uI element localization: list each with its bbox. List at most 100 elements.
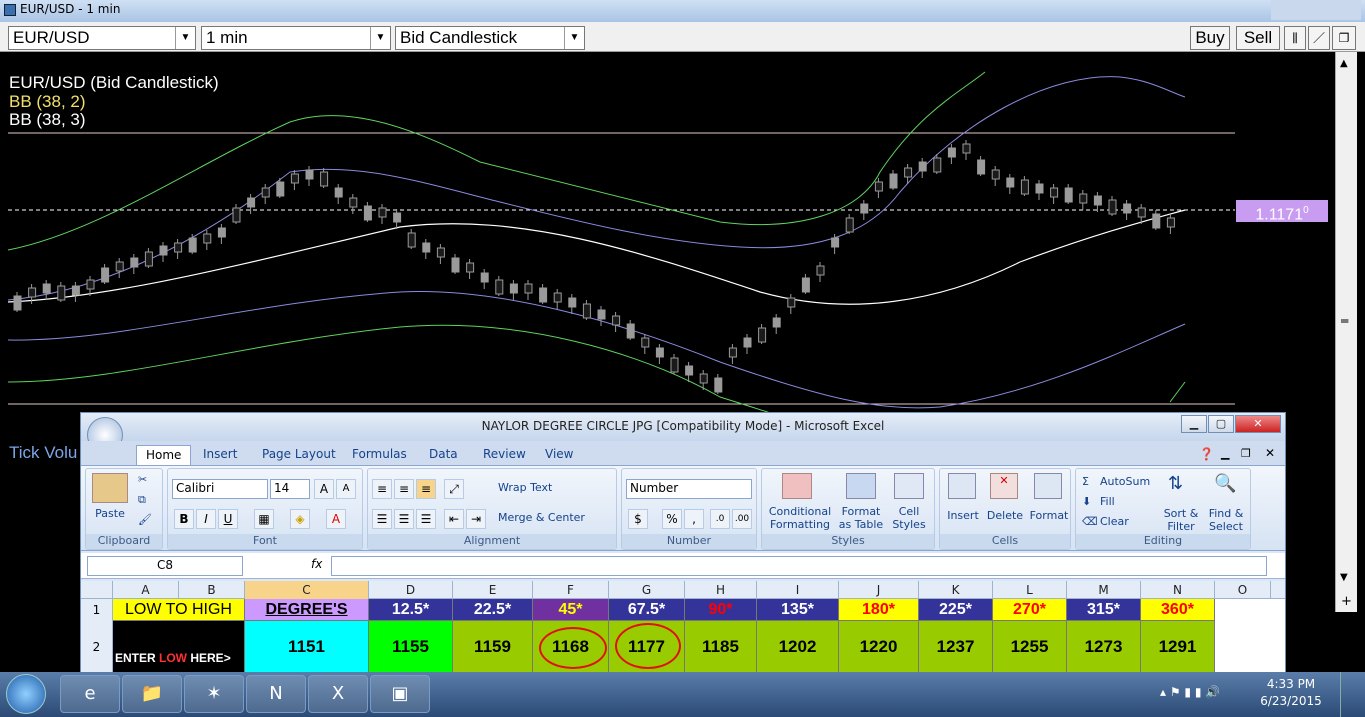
font-size-select[interactable]: 14 [270, 479, 310, 499]
cell-level-9[interactable]: 1255 [993, 621, 1067, 673]
cell-degree-7[interactable]: 225* [919, 599, 993, 621]
delete-cells-icon[interactable]: ✕ [990, 473, 1018, 499]
column-header-l[interactable]: L [993, 581, 1067, 599]
column-header-k[interactable]: K [919, 581, 993, 599]
cell-degree-1[interactable]: 22.5* [453, 599, 533, 621]
cell-level-5[interactable]: 1185 [685, 621, 757, 673]
column-header-a[interactable]: A [113, 581, 179, 599]
column-header-j[interactable]: J [839, 581, 919, 599]
cell-level-7[interactable]: 1220 [839, 621, 919, 673]
sort-filter-button[interactable]: Sort & Filter [1160, 507, 1202, 533]
copy-icon[interactable]: ⧉ [138, 493, 146, 507]
tab-data[interactable]: Data [420, 445, 467, 465]
cell-degree-8[interactable]: 270* [993, 599, 1067, 621]
ie-icon[interactable]: e [60, 675, 120, 713]
delete-button[interactable]: Delete [984, 509, 1026, 522]
candle-mode-icon[interactable]: ⫼ [1284, 26, 1306, 50]
cell-degree-2[interactable]: 45* [533, 599, 609, 621]
start-button[interactable] [6, 674, 46, 714]
cut-icon[interactable]: ✂ [138, 473, 147, 486]
insert-function-icon[interactable]: fx [311, 557, 322, 571]
font-name-select[interactable]: Calibri [172, 479, 268, 499]
tray-icons[interactable]: ▴ ⚑ ▮ ▮ 🔊 [1160, 685, 1220, 699]
column-header-c[interactable]: C [245, 581, 369, 599]
align-left-icon[interactable]: ☰ [372, 509, 392, 529]
paste-button[interactable]: Paste [88, 507, 132, 520]
cell-level-1[interactable]: 1155 [369, 621, 453, 673]
cell-degree-6[interactable]: 180* [839, 599, 919, 621]
format-painter-icon[interactable]: 🖌 [138, 513, 152, 526]
scroll-up-icon[interactable]: ▲ [1340, 58, 1348, 69]
select-all-corner[interactable] [81, 581, 113, 599]
worksheet-grid[interactable]: 1 2 LOW TO HIGH DEGREE'S 12.5* 22.5* 45* 67.5* 9… [81, 599, 1285, 673]
decrease-indent-icon[interactable]: ⇤ [444, 509, 464, 529]
cell-c1-degrees[interactable]: DEGREE'S [245, 599, 369, 621]
cell-degree-9[interactable]: 315* [1067, 599, 1141, 621]
buy-button[interactable]: Buy [1190, 26, 1230, 50]
clear-icon[interactable]: ⌫ [1082, 515, 1098, 528]
align-top-icon[interactable]: ≡ [372, 479, 392, 499]
interval-select[interactable]: 1 min ▼ [201, 26, 391, 50]
increase-decimal-icon[interactable]: .0 [710, 509, 730, 529]
comma-button[interactable]: , [684, 509, 704, 529]
doc-close-icon[interactable]: ✕ [1265, 446, 1275, 460]
align-center-icon[interactable]: ☰ [394, 509, 414, 529]
restore-window-icon[interactable]: ❐ [1332, 26, 1356, 50]
scroll-thumb[interactable]: ═ [1341, 314, 1348, 328]
tab-page-layout[interactable]: Page Layout [253, 445, 345, 465]
sort-filter-icon[interactable]: ⇅ [1168, 473, 1183, 494]
zoom-in-icon[interactable]: + [1341, 594, 1352, 609]
cell-degree-0[interactable]: 12.5* [369, 599, 453, 621]
chevron-down-icon[interactable]: ▼ [370, 27, 390, 49]
bold-button[interactable]: B [174, 509, 194, 529]
row-header-2[interactable]: 2 [81, 621, 113, 673]
trading-app-icon[interactable]: ✶ [184, 675, 244, 713]
column-header-f[interactable]: F [533, 581, 609, 599]
window-controls[interactable] [1271, 0, 1361, 20]
formula-input[interactable] [331, 556, 1267, 576]
format-as-table-button[interactable]: Format as Table [838, 505, 884, 531]
cell-degree-5[interactable]: 135* [757, 599, 839, 621]
format-cells-icon[interactable] [1034, 473, 1062, 499]
column-header-d[interactable]: D [369, 581, 453, 599]
increase-indent-icon[interactable]: ⇥ [466, 509, 486, 529]
clock-time[interactable]: 4:33 PM [1258, 677, 1324, 691]
paste-icon[interactable] [92, 473, 128, 503]
font-color-icon[interactable]: A [326, 509, 346, 529]
cell-level-0[interactable]: 1151 [245, 621, 369, 673]
draw-line-icon[interactable]: ／ [1308, 26, 1330, 50]
clear-button[interactable]: Clear [1100, 515, 1129, 528]
align-bottom-icon[interactable]: ≡ [416, 479, 436, 499]
autosum-icon[interactable]: Σ [1082, 475, 1089, 488]
find-select-button[interactable]: Find & Select [1204, 507, 1248, 533]
insert-cells-icon[interactable] [948, 473, 976, 499]
column-header-i[interactable]: I [757, 581, 839, 599]
chevron-down-icon[interactable]: ▼ [175, 27, 195, 49]
cell-styles-icon[interactable] [894, 473, 924, 499]
doc-restore-icon[interactable]: ❐ [1241, 447, 1251, 460]
chart-scrollbar[interactable]: ▲ ═ ▼ + [1335, 52, 1357, 612]
scroll-down-icon[interactable]: ▼ [1340, 572, 1348, 583]
column-header-b[interactable]: B [179, 581, 245, 599]
close-icon[interactable]: ✕ [1235, 415, 1281, 433]
cell-level-10[interactable]: 1273 [1067, 621, 1141, 673]
cell-level-11[interactable]: 1291 [1141, 621, 1215, 673]
autosum-button[interactable]: AutoSum [1100, 475, 1150, 488]
symbol-select[interactable]: EUR/USD ▼ [8, 26, 196, 50]
fill-color-icon[interactable]: ◈ [290, 509, 310, 529]
conditional-formatting-icon[interactable] [782, 473, 812, 499]
format-button[interactable]: Format [1028, 509, 1070, 522]
clock-date[interactable]: 6/23/2015 [1258, 694, 1324, 708]
cell-styles-button[interactable]: Cell Styles [886, 505, 932, 531]
excel-taskbar-icon[interactable]: X [308, 675, 368, 713]
percent-button[interactable]: % [662, 509, 682, 529]
decrease-decimal-icon[interactable]: .00 [732, 509, 752, 529]
cell-level-2[interactable]: 1159 [453, 621, 533, 673]
chart-type-select[interactable]: Bid Candlestick ▼ [395, 26, 585, 50]
column-header-g[interactable]: G [609, 581, 685, 599]
conditional-formatting-button[interactable]: Conditional Formatting [764, 505, 836, 531]
help-icon[interactable]: ❓ [1199, 447, 1214, 461]
italic-button[interactable]: I [196, 509, 216, 529]
chevron-down-icon[interactable]: ▼ [564, 27, 584, 49]
minimize-icon[interactable]: ▁ [1181, 415, 1207, 433]
